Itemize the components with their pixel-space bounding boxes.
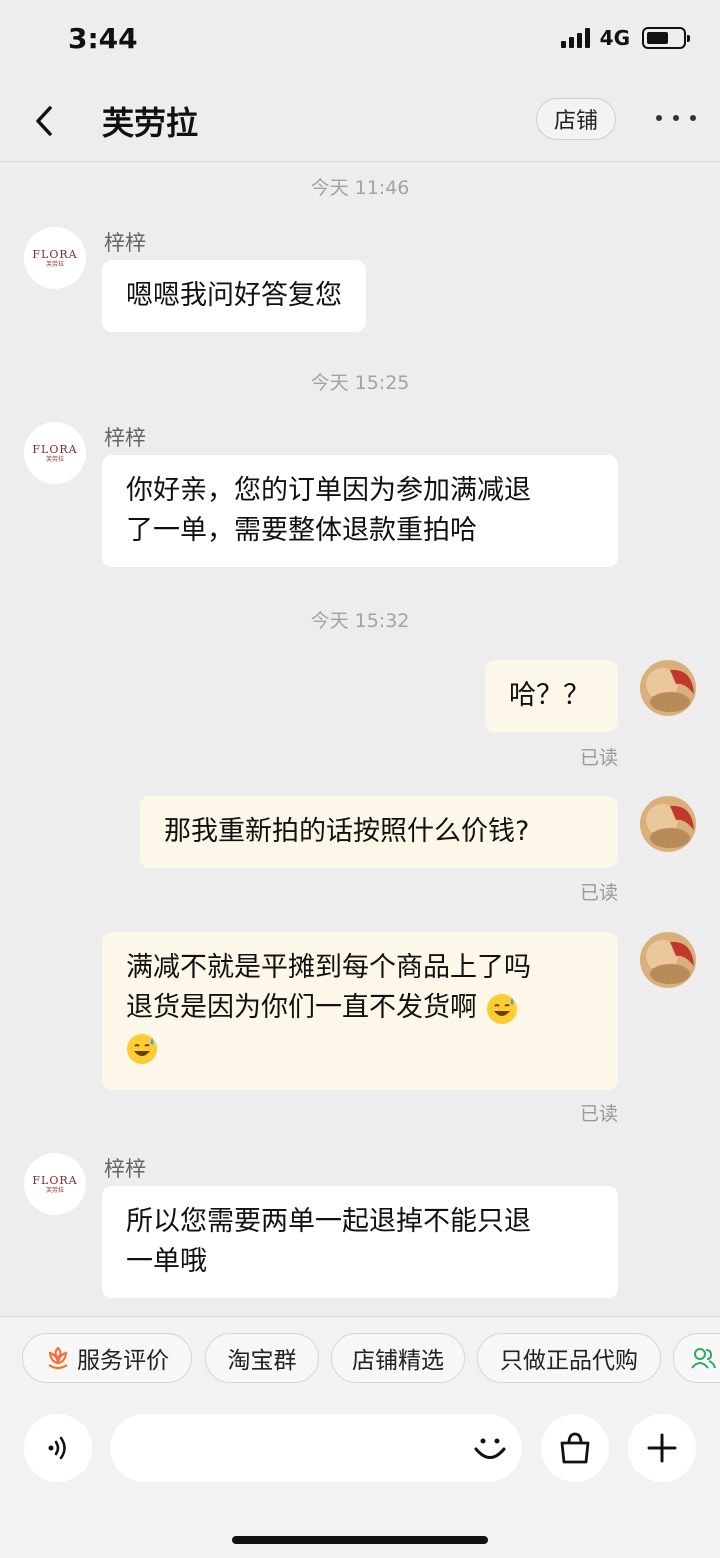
- status-icons: 4G: [560, 26, 690, 50]
- chip-label: 店铺精选: [352, 1348, 444, 1374]
- store-button[interactable]: 店铺: [536, 98, 616, 140]
- message-bubble[interactable]: 所以您需要两单一起退掉不能只退 一单哦: [102, 1186, 618, 1298]
- my-message-bubble[interactable]: 哈？？: [485, 660, 618, 732]
- input-bar: [0, 1400, 720, 1558]
- timestamp: 今天 15:25: [310, 372, 410, 394]
- plus-icon: [647, 1433, 677, 1463]
- user-avatar[interactable]: [640, 796, 696, 852]
- message-text-line: 你好亲，您的订单因为参加满减退: [126, 475, 531, 506]
- message-text: 那我重新拍的话按照什么价钱?: [164, 816, 530, 847]
- network-type: 4G: [599, 26, 630, 50]
- message-bubble[interactable]: 你好亲，您的订单因为参加满减退 了一单，需要整体退款重拍哈: [102, 455, 618, 567]
- message-text-line: 满减不就是平摊到每个商品上了吗: [126, 952, 531, 983]
- chip-authentic-purchase[interactable]: 只做正品代购: [477, 1333, 661, 1383]
- voice-button[interactable]: [24, 1414, 92, 1482]
- merchant-avatar[interactable]: FLORA 芙劳拉: [24, 227, 86, 289]
- plus-button[interactable]: [628, 1414, 696, 1482]
- timestamp: 今天 15:32: [310, 610, 410, 632]
- signal-icon: [560, 28, 590, 48]
- people-icon: [691, 1348, 716, 1369]
- shopping-bag-icon: [560, 1432, 590, 1464]
- more-dots-icon[interactable]: [656, 108, 696, 128]
- my-message-bubble[interactable]: 那我重新拍的话按照什么价钱?: [140, 796, 618, 868]
- user-avatar[interactable]: [640, 660, 696, 716]
- chip-taobao-group[interactable]: 淘宝群: [205, 1333, 319, 1383]
- message-text-line: 所以您需要两单一起退掉不能只退: [126, 1206, 531, 1237]
- merchant-avatar[interactable]: FLORA 芙劳拉: [24, 422, 86, 484]
- voice-icon: [48, 1436, 66, 1460]
- chevron-left-icon[interactable]: [30, 102, 60, 140]
- chip-store-picks[interactable]: 店铺精选: [331, 1333, 465, 1383]
- chip-label: 只做正品代购: [500, 1348, 638, 1374]
- battery-icon: [642, 27, 690, 49]
- sender-name: 梓梓: [104, 231, 146, 255]
- status-bar: 3:44 4G: [0, 0, 720, 78]
- user-avatar[interactable]: [640, 932, 696, 988]
- read-status: 已读: [580, 747, 619, 769]
- logo-subtext: 芙劳拉: [45, 1186, 64, 1194]
- timestamp: 今天 11:46: [310, 177, 410, 199]
- status-time: 3:44: [68, 22, 138, 55]
- flower-icon: [48, 1346, 68, 1369]
- home-indicator[interactable]: [232, 1536, 488, 1544]
- logo-subtext: 芙劳拉: [45, 260, 64, 268]
- chip-service-review[interactable]: 服务评价: [22, 1333, 192, 1383]
- chat-area[interactable]: 今天 11:46 FLORA 芙劳拉 梓梓 嗯嗯我问好答复您 今天 15:25 …: [0, 163, 720, 1313]
- message-text: 嗯嗯我问好答复您: [126, 280, 342, 311]
- logo-subtext: 芙劳拉: [45, 455, 64, 463]
- logo-text: FLORA: [32, 442, 78, 456]
- chat-title: 芙劳拉: [102, 104, 199, 142]
- chip-group-chat[interactable]: [673, 1333, 720, 1383]
- sender-name: 梓梓: [104, 426, 146, 450]
- message-text-line: 了一单，需要整体退款重拍哈: [126, 515, 477, 546]
- smile-icon[interactable]: [470, 1428, 510, 1468]
- message-text-line: [126, 1028, 594, 1068]
- chat-header: 芙劳拉 店铺: [0, 80, 720, 162]
- message-input[interactable]: [110, 1414, 522, 1482]
- sender-name: 梓梓: [104, 1157, 146, 1181]
- merchant-avatar[interactable]: FLORA 芙劳拉: [24, 1153, 86, 1215]
- message-text: 退货是因为你们一直不发货啊: [126, 992, 477, 1023]
- message-text: 哈？？: [509, 680, 590, 711]
- message-bubble[interactable]: 嗯嗯我问好答复您: [102, 260, 366, 332]
- chip-label: 淘宝群: [227, 1348, 297, 1374]
- my-message-bubble[interactable]: 满减不就是平摊到每个商品上了吗 退货是因为你们一直不发货啊: [102, 932, 618, 1090]
- shopping-bag-button[interactable]: [541, 1414, 609, 1482]
- sweat-smile-emoji-icon: [486, 993, 517, 1024]
- logo-text: FLORA: [32, 1173, 78, 1187]
- read-status: 已读: [580, 882, 619, 904]
- quick-reply-bar[interactable]: 服务评价 淘宝群 店铺精选 只做正品代购: [0, 1316, 720, 1400]
- logo-text: FLORA: [32, 247, 78, 261]
- sweat-smile-emoji-icon: [127, 1033, 157, 1064]
- chip-label: 服务评价: [77, 1348, 169, 1374]
- read-status: 已读: [580, 1103, 619, 1125]
- message-text-line: 一单哦: [126, 1246, 207, 1277]
- message-text-line: 退货是因为你们一直不发货啊: [126, 988, 594, 1028]
